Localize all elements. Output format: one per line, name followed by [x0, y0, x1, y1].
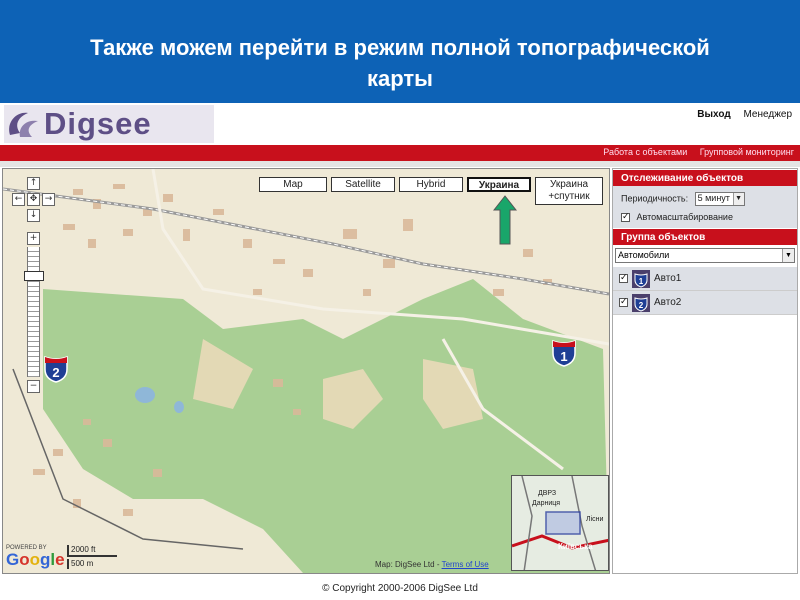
autoscale-label: Автомасштабирование [636, 212, 733, 222]
vehicle-marker-number: 2 [639, 301, 644, 310]
zoom-in-button[interactable]: + [27, 232, 40, 245]
attribution-text: Map: DigSee Ltd - [375, 560, 442, 569]
main-nav-bar: Работа с объектами Групповой мониторинг [0, 145, 800, 161]
pan-down-button[interactable]: ↓ [27, 209, 40, 222]
zoom-out-button[interactable]: − [27, 380, 40, 393]
top-links: Выход Менеджер [687, 109, 792, 120]
maptype-ukraine-satellite-line1: Украина [549, 179, 589, 190]
tracking-panel: Отслеживание объектов Периодичность: 5 м… [612, 168, 798, 574]
vehicle-marker-number: 1 [639, 277, 644, 286]
object-checkbox[interactable] [619, 296, 628, 307]
maptype-satellite-button[interactable]: Satellite [331, 177, 395, 192]
chevron-down-icon: ▼ [732, 193, 744, 205]
object-checkbox[interactable] [619, 272, 628, 283]
logo-mark-icon [4, 105, 44, 143]
pan-up-button[interactable]: ↑ [27, 177, 40, 190]
logo-text: Digsee [44, 106, 152, 141]
list-item[interactable]: 1 Авто1 [613, 267, 797, 291]
manager-link[interactable]: Менеджер [743, 109, 792, 120]
route-1-shield-icon: 1 [551, 339, 577, 367]
minimap-label: Дарниця [532, 500, 561, 507]
period-label: Периодичность: [621, 193, 689, 204]
group-select[interactable]: Автомобили ▼ [615, 248, 795, 263]
minimap-label: Київська [558, 542, 593, 551]
chevron-down-icon: ▼ [782, 249, 794, 262]
maptype-ukraine-satellite-button[interactable]: Украина +спутник [535, 177, 603, 205]
group-value: Автомобили [618, 250, 670, 260]
digsee-logo[interactable]: Digsee [4, 105, 214, 143]
maptype-map-button[interactable]: Map [259, 177, 327, 192]
route-2-label: 2 [52, 365, 59, 380]
period-value: 5 минут [697, 193, 730, 203]
map-scale: 2000 ft 500 m [65, 545, 123, 569]
scale-meters: 500 m [67, 559, 105, 569]
google-wordmark: Google [6, 550, 65, 569]
route-1-label: 1 [560, 349, 567, 364]
google-logo[interactable]: POWERED BY Google [6, 545, 65, 568]
footer-copyright: © Copyright 2000-2006 DigSee Ltd [0, 574, 800, 600]
autoscale-checkbox[interactable] [621, 211, 630, 223]
slide-header: Также можем перейти в режим полной топог… [0, 0, 800, 103]
maptype-ukraine-button[interactable]: Украина [467, 177, 531, 192]
map-view[interactable]: Map Satellite Hybrid Украина Украина +сп… [2, 168, 610, 574]
autoscale-row: Автомасштабирование [613, 208, 797, 228]
vehicle-marker-icon: 2 [632, 293, 650, 312]
object-label: Авто1 [654, 273, 682, 284]
maptype-hybrid-button[interactable]: Hybrid [399, 177, 463, 192]
slide-title: Также можем перейти в режим полной топог… [90, 35, 710, 91]
group-header: Группа объектов [613, 228, 797, 245]
list-item[interactable]: 2 Авто2 [613, 291, 797, 315]
up-arrow-hint-icon [493, 195, 517, 245]
scale-feet: 2000 ft [67, 545, 117, 557]
overview-minimap[interactable]: ДВРЗ Дарниця Лісни Київська [511, 475, 609, 571]
minimap-label: ДВРЗ [538, 490, 557, 497]
logout-link[interactable]: Выход [697, 109, 730, 120]
route-2-shield-icon: 2 [43, 355, 69, 383]
minimap-tiles [512, 476, 608, 570]
pan-right-button[interactable]: → [42, 193, 55, 206]
map-attribution: Map: DigSee Ltd - Terms of Use [375, 560, 489, 569]
object-label: Авто2 [654, 297, 682, 308]
terms-of-use-link[interactable]: Terms of Use [442, 560, 489, 569]
digsee-app: Digsee Выход Менеджер Работа с объектами… [0, 103, 800, 600]
minimap-label: Лісни [586, 516, 604, 523]
zoom-slider-thumb[interactable] [24, 271, 44, 281]
zoom-slider-track[interactable] [27, 247, 40, 377]
tracking-header: Отслеживание объектов [613, 169, 797, 186]
tab-objects[interactable]: Работа с объектами [603, 147, 687, 157]
period-select[interactable]: 5 минут ▼ [694, 192, 745, 206]
vehicle-marker-icon: 1 [632, 269, 650, 288]
pan-left-button[interactable]: ← [12, 193, 25, 206]
period-row: Периодичность: 5 минут ▼ [613, 186, 797, 208]
separator [0, 161, 800, 167]
pan-center-button[interactable]: ✥ [27, 193, 40, 206]
maptype-ukraine-satellite-line2: +спутник [548, 191, 590, 202]
tab-group-monitoring[interactable]: Групповой мониторинг [700, 147, 794, 157]
